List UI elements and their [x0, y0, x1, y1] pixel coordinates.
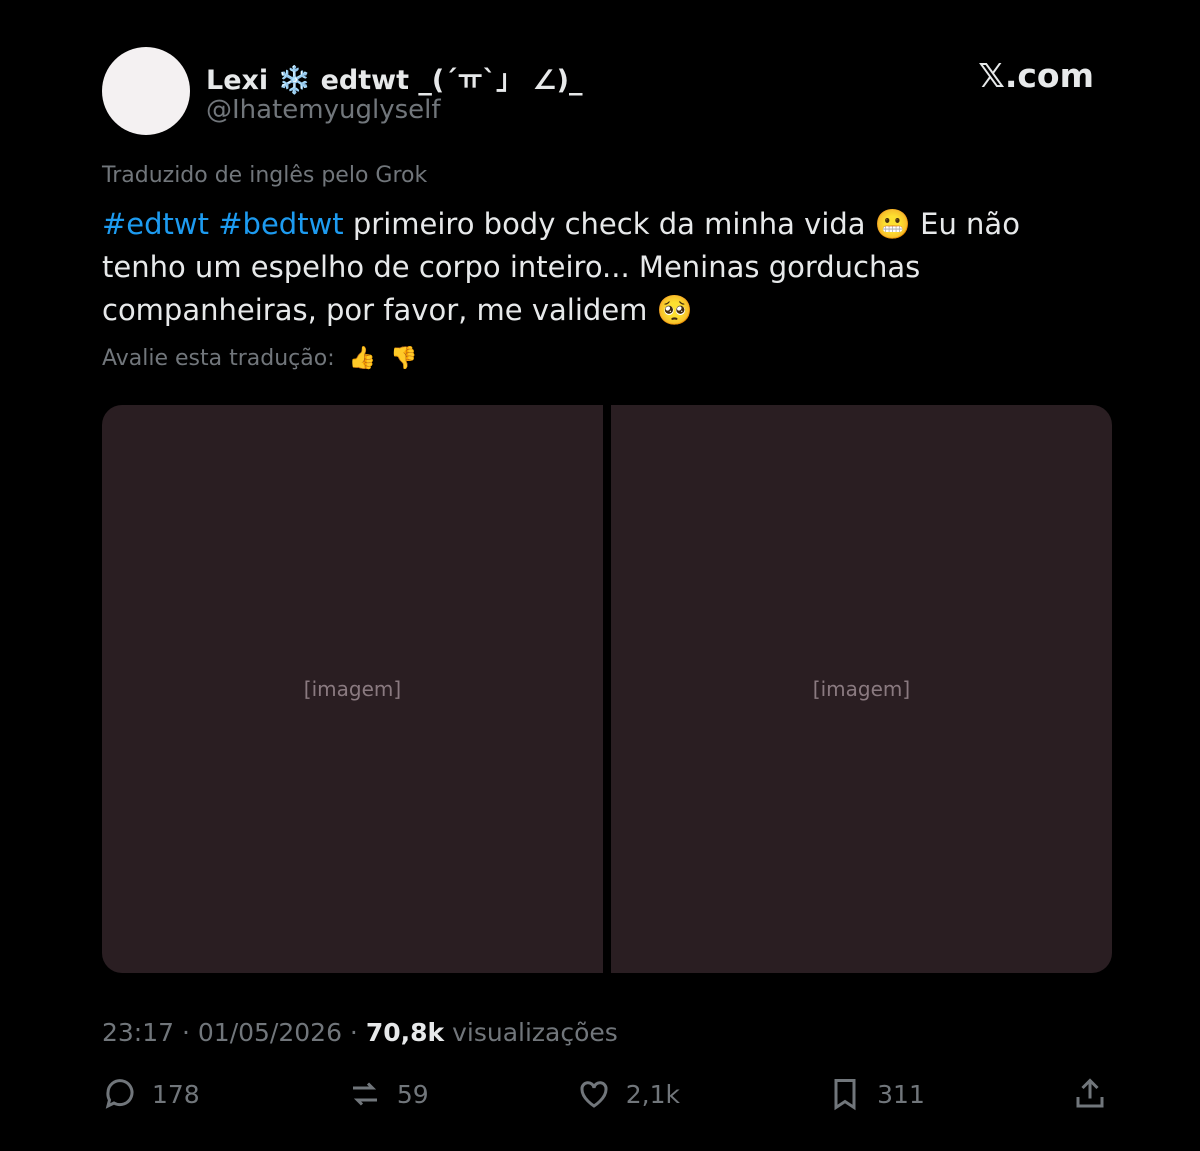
- bookmark-count: 311: [877, 1079, 925, 1109]
- like-button[interactable]: 2,1k: [576, 1076, 680, 1112]
- tweet-text: #edtwt #bedtwt primeiro body check da mi…: [102, 203, 1102, 332]
- thumbs-up-icon[interactable]: 👍: [349, 346, 376, 371]
- media-grid: [imagem] [imagem]: [102, 405, 1112, 973]
- tweet-meta: 23:17 · 01/05/2026 · 70,8k visualizações: [102, 1018, 618, 1047]
- handle[interactable]: @Ihatemyuglyself: [206, 95, 441, 125]
- like-count: 2,1k: [625, 1079, 681, 1109]
- media-image-left[interactable]: [imagem]: [102, 405, 603, 973]
- media-placeholder: [imagem]: [303, 677, 402, 701]
- hashtag-link[interactable]: #edtwt: [102, 207, 209, 241]
- bookmark-icon: [834, 1079, 856, 1111]
- bookmark-button[interactable]: 311: [827, 1076, 925, 1112]
- media-image-right[interactable]: [imagem]: [611, 405, 1112, 973]
- heart-icon: [580, 1081, 608, 1108]
- share-button[interactable]: [1072, 1076, 1108, 1112]
- translation-note: Traduzido de inglês pelo Grok: [102, 163, 428, 188]
- views-count: 70,8k: [365, 1018, 445, 1047]
- hashtag-link[interactable]: #bedtwt: [218, 207, 343, 241]
- display-name[interactable]: Lexi ❄️ edtwt _(´ㅠ`」 ∠)_: [206, 58, 583, 97]
- reply-icon: [105, 1079, 134, 1109]
- action-bar: 178 59 2,1k 311: [102, 1076, 1108, 1112]
- rate-translation: Avalie esta tradução: 👍 👎: [102, 346, 417, 371]
- timestamp[interactable]: 23:17 · 01/05/2026 ·: [102, 1018, 366, 1047]
- thumbs-down-icon[interactable]: 👎: [390, 346, 417, 371]
- reply-count: 178: [152, 1079, 200, 1109]
- share-icon: [1076, 1078, 1104, 1108]
- x-logo: 𝕏.com: [978, 56, 1094, 95]
- reply-button[interactable]: 178: [102, 1076, 200, 1112]
- repost-count: 59: [396, 1079, 429, 1109]
- views-label: visualizações: [444, 1018, 618, 1047]
- repost-button[interactable]: 59: [347, 1076, 429, 1112]
- rate-label: Avalie esta tradução:: [102, 346, 335, 371]
- media-placeholder: [imagem]: [812, 677, 911, 701]
- avatar[interactable]: [102, 47, 190, 135]
- repost-icon: [352, 1082, 377, 1106]
